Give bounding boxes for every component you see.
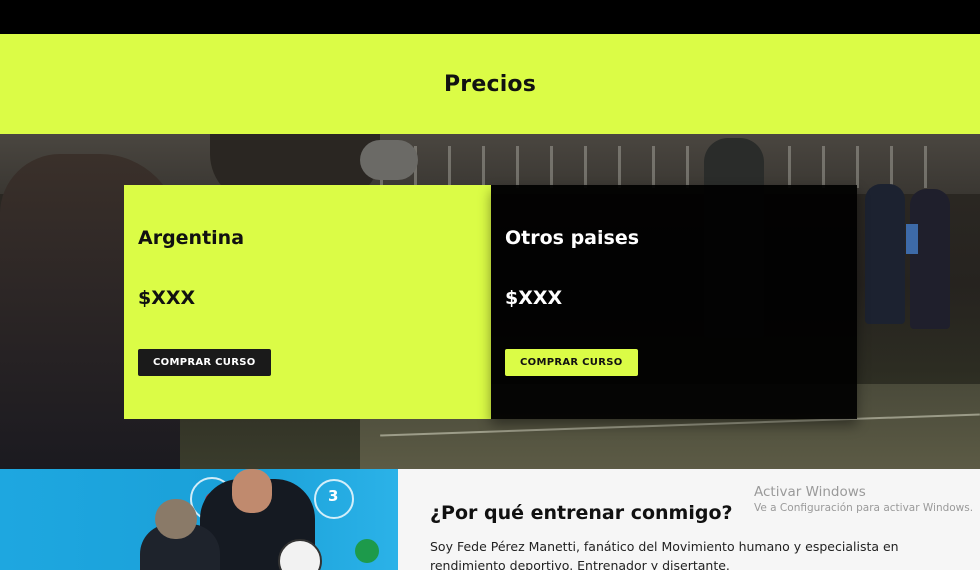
photo-trainer-head	[232, 469, 272, 513]
section-title: Precios	[443, 71, 537, 97]
photo-athlete-head	[155, 499, 197, 539]
photo-cap	[360, 140, 418, 180]
watermark-title: Activar Windows	[754, 484, 866, 500]
top-bar	[0, 0, 980, 34]
wall-number: 3	[328, 487, 339, 505]
about-heading: ¿Por qué entrenar conmigo?	[430, 502, 733, 524]
wall-green-dot	[355, 539, 379, 563]
buy-course-button[interactable]: COMPRAR CURSO	[138, 349, 271, 376]
photo-fence	[380, 146, 940, 188]
about-text: Soy Fede Pérez Manetti, fanático del Mov…	[430, 539, 899, 570]
pricing-card-argentina: Argentina $XXX COMPRAR CURSO	[124, 185, 491, 419]
pricing-header-band: Precios	[0, 34, 980, 134]
card-region-title: Argentina	[138, 227, 245, 249]
card-price: $XXX	[138, 287, 196, 309]
card-price: $XXX	[505, 287, 563, 309]
card-region-title: Otros paises	[505, 227, 640, 249]
photo-player-detail	[906, 224, 918, 254]
windows-activation-watermark: Activar Windows Ve a Configuración para …	[754, 484, 973, 514]
watermark-subtitle: Ve a Configuración para activar Windows.	[754, 502, 974, 514]
buy-course-button[interactable]: COMPRAR CURSO	[505, 349, 638, 376]
photo-player-right-1	[865, 184, 905, 324]
pricing-card-other-countries: Otros paises $XXX COMPRAR CURSO	[491, 185, 857, 419]
trainer-photo: 2 3	[0, 469, 398, 570]
photo-player-right-2	[910, 189, 950, 329]
